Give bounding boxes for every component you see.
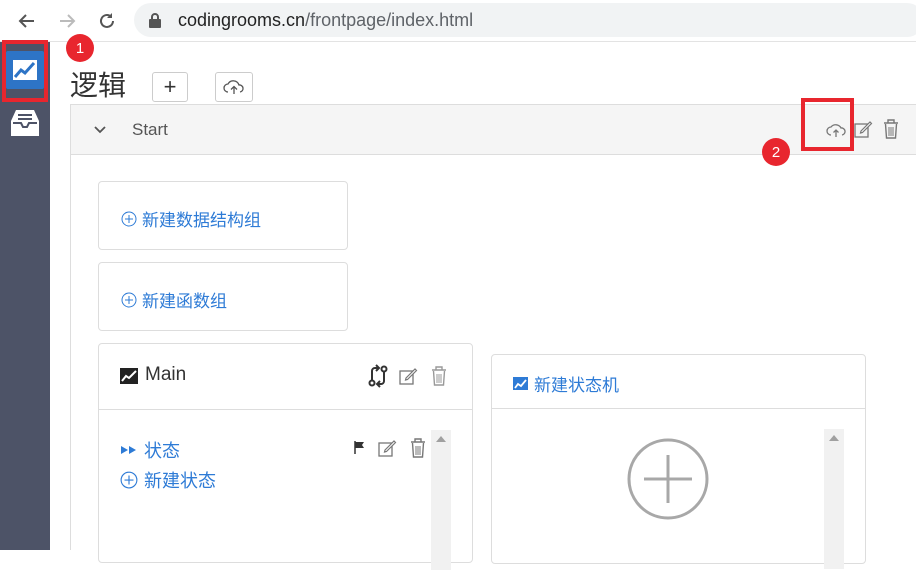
trash-icon (884, 119, 898, 139)
upload-button[interactable] (215, 72, 253, 102)
edit-icon (854, 121, 873, 138)
new-func-group-label: 新建函数组 (142, 292, 227, 311)
chevron-down-icon[interactable] (93, 120, 107, 140)
edit-icon (399, 368, 418, 385)
add-button-label: + (163, 74, 177, 99)
panel-edit-button[interactable] (852, 118, 874, 140)
start-panel: Start 新建数据结构组 新建函数组 Main 状态 新建状态 新建状态机 (70, 104, 916, 570)
main-state-machine-card: Main 状态 新建状态 (98, 343, 473, 570)
panel-delete-button[interactable] (880, 117, 902, 141)
circle-plus-icon (121, 211, 137, 226)
url-path: /frontpage/index.html (305, 9, 474, 30)
highlight-box-1 (2, 40, 48, 102)
reload-icon[interactable] (92, 6, 122, 36)
trash-icon (411, 438, 425, 458)
scroll-up-arrow-icon[interactable] (829, 435, 839, 441)
fast-forward-icon (121, 446, 136, 454)
edit-icon (378, 440, 397, 457)
address-bar[interactable]: codingrooms.cn/frontpage/index.html (134, 3, 916, 37)
new-func-group-card: 新建函数组 (98, 262, 348, 331)
sidebar (0, 42, 50, 550)
annotation-badge-2: 2 (762, 138, 790, 166)
scroll-up-arrow-icon[interactable] (436, 436, 446, 442)
add-state-machine-button[interactable] (626, 437, 710, 521)
page-title: 逻辑 (70, 70, 127, 101)
main-edit-button[interactable] (397, 365, 419, 387)
main-card-header: Main (99, 344, 472, 410)
git-compare-icon (368, 364, 388, 388)
forward-arrow-icon[interactable] (52, 6, 82, 36)
states-scrollbar[interactable] (431, 430, 451, 570)
sidebar-item-storage[interactable] (6, 104, 44, 142)
new-state-label: 新建状态 (144, 471, 216, 491)
new-state-machine-link[interactable]: 新建状态机 (513, 371, 619, 396)
lock-icon (149, 13, 161, 28)
flag-icon (354, 441, 364, 454)
circle-plus-icon (120, 471, 138, 489)
trash-icon (432, 366, 446, 386)
state-edit-button[interactable] (376, 437, 398, 459)
new-state-machine-label: 新建状态机 (534, 376, 619, 395)
back-arrow-icon[interactable] (12, 6, 42, 36)
new-state-link[interactable]: 新建状态 (120, 467, 216, 493)
circle-plus-icon (121, 292, 137, 307)
state-delete-button[interactable] (408, 436, 428, 460)
new-func-group-link[interactable]: 新建函数组 (121, 287, 227, 312)
chart-line-icon (120, 368, 138, 384)
url-host: codingrooms.cn (178, 9, 306, 30)
cloud-upload-icon (223, 80, 244, 94)
state-label: 状态 (144, 441, 180, 461)
panel-title: Start (132, 120, 168, 139)
highlight-box-2 (801, 98, 854, 151)
large-circle-plus-icon (627, 438, 709, 520)
main-delete-button[interactable] (428, 364, 450, 388)
new-struct-group-label: 新建数据结构组 (142, 211, 261, 230)
main-card-title: Main (145, 364, 187, 385)
state-machine-scrollbar[interactable] (824, 429, 844, 569)
chart-line-icon (513, 377, 528, 390)
new-struct-group-card: 新建数据结构组 (98, 181, 348, 250)
state-flag-button[interactable] (351, 439, 367, 455)
new-struct-group-link[interactable]: 新建数据结构组 (121, 206, 261, 231)
new-state-machine-card: 新建状态机 (491, 354, 866, 569)
main-swap-button[interactable] (366, 364, 390, 388)
browser-toolbar: codingrooms.cn/frontpage/index.html (0, 0, 916, 42)
annotation-badge-1: 1 (66, 34, 94, 62)
add-button[interactable]: + (152, 72, 188, 102)
new-state-machine-header: 新建状态机 (492, 355, 865, 409)
state-item[interactable]: 状态 (120, 437, 180, 463)
inbox-tray-icon (11, 110, 39, 136)
